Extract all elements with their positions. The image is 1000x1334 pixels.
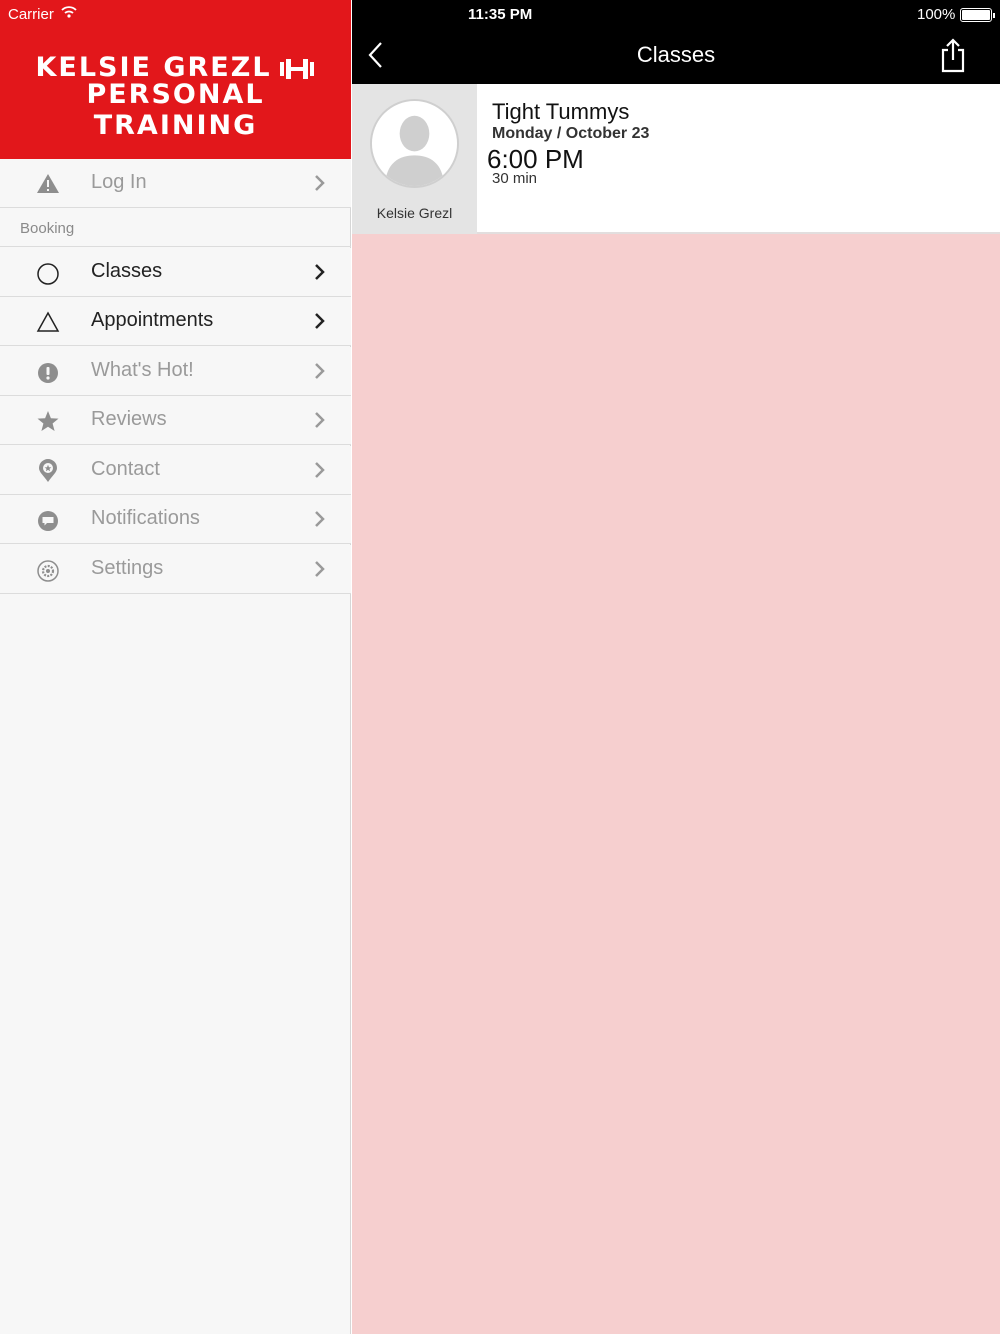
sidebar: KELSIE GREZL PERSONAL TRAINING Log In Bo…	[0, 0, 351, 1334]
sidebar-item-whats-hot[interactable]: What's Hot!	[0, 347, 351, 396]
sidebar-item-label: Appointments	[91, 309, 214, 331]
brand-header: KELSIE GREZL PERSONAL TRAINING	[0, 0, 351, 159]
chevron-right-icon	[315, 462, 325, 478]
sidebar-item-label: Contact	[91, 458, 160, 480]
chevron-right-icon	[315, 561, 325, 577]
chevron-right-icon	[315, 313, 325, 329]
battery-percent: 100%	[917, 6, 956, 23]
sidebar-item-label: Log In	[91, 171, 147, 193]
star-icon	[37, 411, 59, 431]
wifi-icon	[61, 6, 77, 18]
sidebar-item-label: Reviews	[91, 408, 167, 430]
circle-icon	[37, 263, 59, 285]
chevron-right-icon	[315, 264, 325, 280]
battery-icon	[960, 8, 995, 22]
carrier-label: Carrier	[8, 6, 54, 23]
sidebar-item-login[interactable]: Log In	[0, 159, 351, 208]
section-header-booking: Booking	[0, 208, 351, 247]
dumbbell-icon	[279, 58, 314, 79]
sidebar-item-reviews[interactable]: Reviews	[0, 396, 351, 445]
class-name: Tight Tummys	[492, 99, 630, 124]
page-title: Classes	[636, 42, 716, 67]
sidebar-item-label: Settings	[91, 557, 164, 579]
status-carrier: Carrier	[8, 6, 77, 23]
class-card[interactable]: Kelsie Grezl Tight Tummys Monday / Octob…	[352, 84, 1000, 234]
triangle-icon	[36, 311, 60, 332]
class-duration: 30 min	[492, 170, 538, 187]
share-icon[interactable]	[939, 37, 967, 73]
sidebar-item-classes[interactable]: Classes	[0, 248, 351, 297]
class-date: Monday / October 23	[492, 125, 650, 142]
exclamation-icon	[38, 363, 58, 383]
chat-bubble-icon	[38, 511, 58, 531]
content-area: Kelsie Grezl Tight Tummys Monday / Octob…	[352, 84, 1000, 1334]
chevron-right-icon	[315, 412, 325, 428]
sidebar-item-settings[interactable]: Settings	[0, 545, 351, 594]
brand-subtitle: PERSONAL TRAINING	[86, 79, 265, 141]
sidebar-item-label: What's Hot!	[91, 359, 194, 381]
chevron-right-icon	[315, 363, 325, 379]
section-label: Booking	[20, 220, 75, 237]
gear-icon	[37, 560, 59, 582]
sidebar-item-label: Classes	[91, 260, 163, 282]
instructor-name: Kelsie Grezl	[376, 205, 453, 221]
chevron-right-icon	[315, 511, 325, 527]
status-time: 11:35 PM	[468, 6, 533, 23]
warning-icon	[37, 174, 59, 193]
avatar	[369, 98, 460, 189]
sidebar-item-contact[interactable]: Contact	[0, 446, 351, 495]
location-pin-icon	[39, 459, 57, 482]
instructor-panel: Kelsie Grezl	[352, 84, 477, 234]
sidebar-item-notifications[interactable]: Notifications	[0, 495, 351, 544]
sidebar-item-label: Notifications	[91, 507, 200, 529]
chevron-right-icon	[315, 175, 325, 191]
sidebar-item-appointments[interactable]: Appointments	[0, 297, 351, 346]
